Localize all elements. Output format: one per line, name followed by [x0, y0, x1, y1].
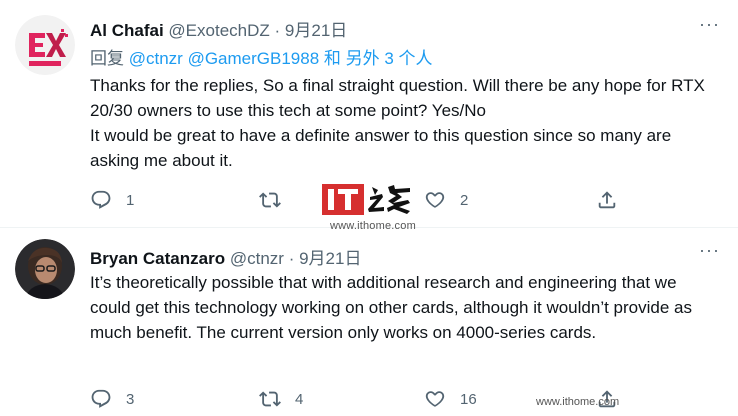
tweet-text: Thanks for the replies, So a final strai… [90, 76, 705, 170]
retweet-icon [259, 192, 281, 208]
reply-button[interactable]: 1 [90, 186, 134, 214]
mention-link-gamergb1988[interactable]: @GamerGB1988 [188, 49, 320, 68]
tweet-date[interactable]: 9月21日 [299, 249, 361, 268]
ithome-watermark-url-bottom: www.ithome.com [536, 396, 620, 408]
avatar-exotechdz[interactable] [15, 15, 75, 75]
share-icon [598, 191, 616, 209]
author-handle[interactable]: @ExotechDZ [168, 21, 269, 40]
reply-count: 3 [126, 390, 135, 408]
tweet-ctnzr[interactable]: Bryan Catanzaro @ctnzr · 9月21日 ··· It’s … [0, 228, 738, 416]
tweet-date[interactable]: 9月21日 [285, 21, 347, 40]
retweet-icon [259, 391, 281, 407]
author-name[interactable]: Bryan Catanzaro [90, 249, 225, 268]
exotech-logo-icon [15, 15, 75, 75]
ithome-watermark-logo [322, 181, 416, 217]
more-options-icon[interactable]: ··· [699, 240, 720, 261]
mention-link-others[interactable]: 和 另外 3 个人 [324, 49, 433, 68]
heart-icon [425, 391, 445, 407]
profile-photo-icon [15, 239, 75, 299]
retweet-count: 4 [295, 390, 304, 408]
reply-button[interactable]: 3 [90, 385, 134, 413]
author-handle[interactable]: @ctnzr [230, 249, 284, 268]
avatar-ctnzr[interactable] [15, 239, 75, 299]
tweet-header: Al Chafai @ExotechDZ · 9月21日 [90, 16, 347, 41]
retweet-button[interactable]: 4 [259, 385, 303, 413]
heart-icon [425, 192, 445, 208]
retweet-button[interactable] [259, 186, 281, 214]
mention-link-ctnzr[interactable]: @ctnzr [129, 49, 183, 68]
author-name[interactable]: Al Chafai [90, 21, 164, 40]
tweet-text: It’s theoretically possible that with ad… [90, 273, 692, 342]
like-button[interactable]: 2 [424, 186, 468, 214]
separator-dot: · [288, 249, 295, 268]
tweet-header: Bryan Catanzaro @ctnzr · 9月21日 [90, 244, 361, 269]
share-button[interactable] [596, 186, 618, 214]
like-count: 2 [460, 191, 469, 209]
reply-count: 1 [126, 191, 135, 209]
ithome-logo-icon [322, 184, 410, 215]
reply-icon [91, 190, 111, 209]
separator-dot: · [274, 21, 281, 40]
reply-prefix: 回复 [90, 49, 124, 68]
reply-to-line: 回复 @ctnzr @GamerGB1988 和 另外 3 个人 [90, 44, 433, 69]
like-count: 16 [460, 390, 477, 408]
more-options-icon[interactable]: ··· [699, 14, 720, 35]
reply-icon [91, 389, 111, 408]
like-button[interactable]: 16 [424, 385, 477, 413]
